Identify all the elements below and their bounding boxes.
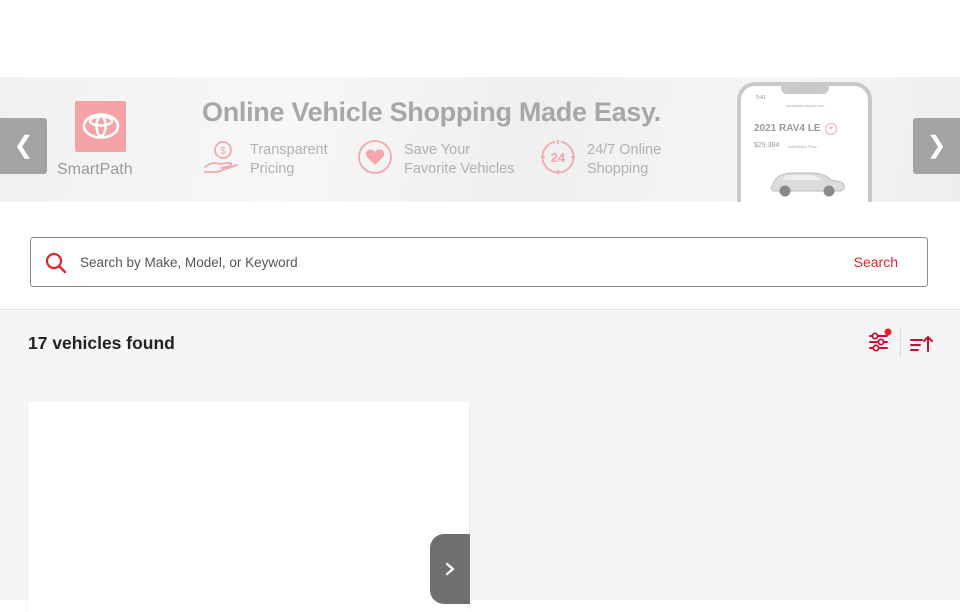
top-header [0,0,960,77]
phone-site: smartpath.toyota.com [786,103,825,108]
feature-text: 24/7 Online Shopping [587,142,662,177]
phone-price: $29,384 [754,142,780,149]
hand-dollar-icon: $ [204,141,238,173]
filter-sliders-icon[interactable] [867,328,893,354]
phone-price-note: Advertised Price [788,144,818,149]
phone-model: 2021 RAV4 LE [754,123,821,134]
toolbar-divider [900,328,901,358]
phone-notch [781,85,829,94]
car-image-icon [770,172,845,197]
search-box: Search [30,237,928,287]
phone-heart-icon: ♥ [825,123,837,135]
phone-time: 9:41 [756,95,766,101]
feature-text: Save Your Favorite Vehicles [404,142,515,177]
search-button[interactable]: Search [854,254,898,270]
promo-banner: ❮ SmartPath Online Vehicle Shopping Made… [0,77,960,202]
results-count: 17 vehicles found [28,333,175,353]
toyota-logo [75,101,126,152]
phone-mockup: 9:41 smartpath.toyota.com 2021 RAV4 LE ♥… [737,82,872,202]
search-icon[interactable] [45,252,67,274]
vehicle-card[interactable] [28,402,469,612]
svg-text:24: 24 [551,150,566,165]
card-next-button[interactable] [430,534,470,604]
search-input[interactable] [80,250,800,274]
carousel-next-button[interactable]: ❯ [913,118,960,174]
svg-text:$: $ [220,146,226,157]
feature-text: Transparent Pricing [250,142,328,177]
search-section: Search [0,202,960,310]
sort-icon[interactable] [909,334,935,354]
banner-headline: Online Vehicle Shopping Made Easy. [202,97,661,127]
results-section: 17 vehicles found [0,310,960,612]
carousel-prev-button[interactable]: ❮ [0,118,47,174]
chevron-right-icon [445,562,455,576]
brand-name: SmartPath [57,161,133,178]
heart-icon [358,140,392,174]
clock-24-icon: 24 [541,140,575,174]
